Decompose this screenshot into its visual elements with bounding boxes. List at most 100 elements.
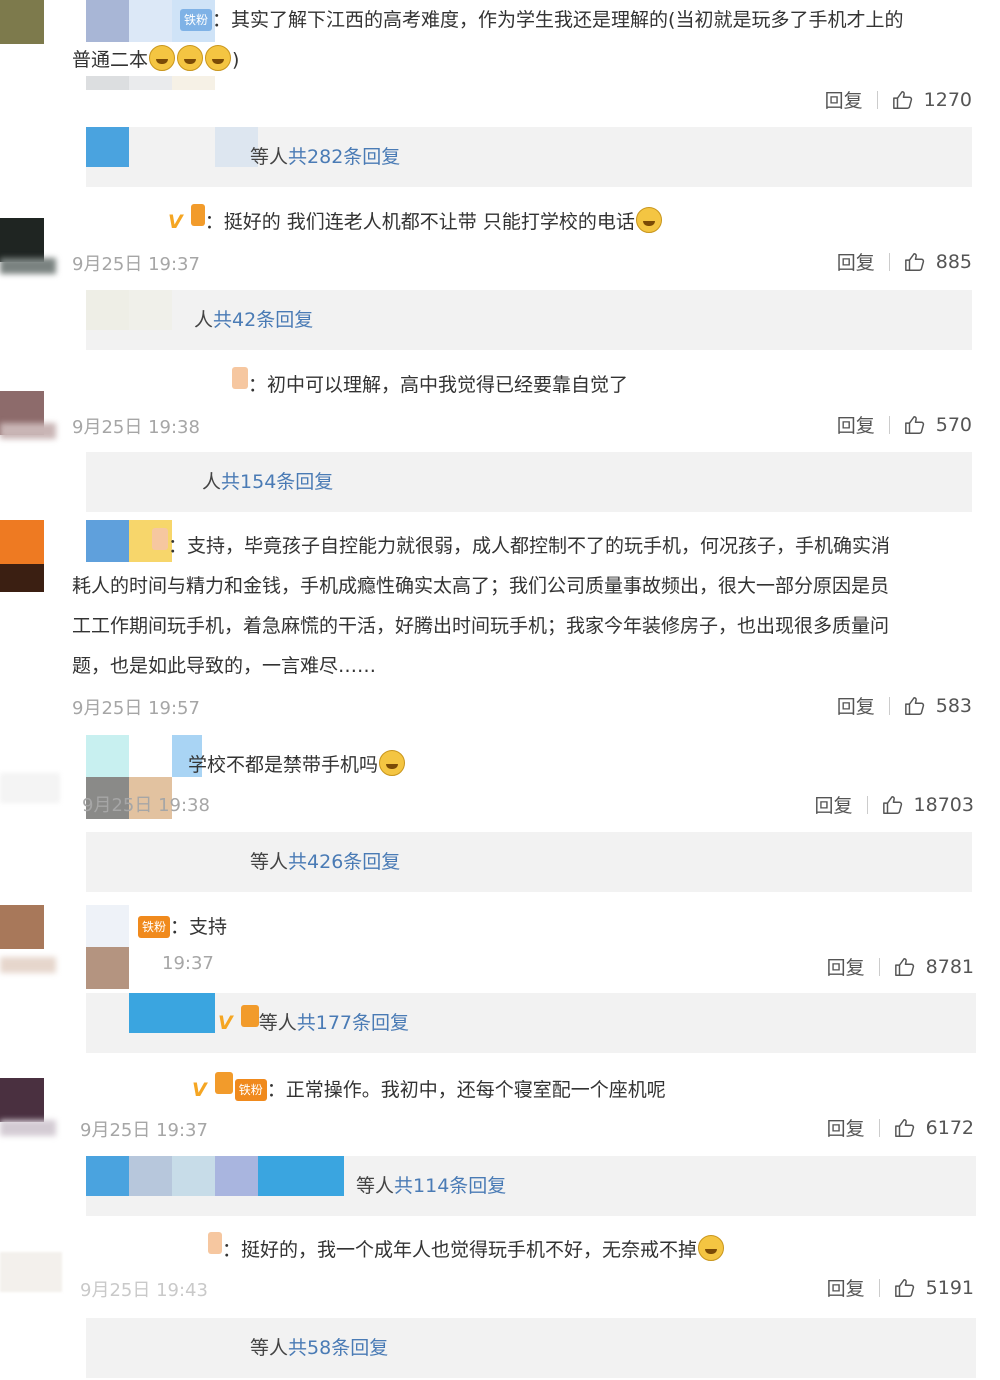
emoji-face-icon bbox=[379, 750, 406, 776]
divider bbox=[878, 1118, 880, 1137]
timestamp: 9月25日 19:37 bbox=[80, 1120, 208, 1141]
comment-actions: 回复 5191 bbox=[827, 1274, 974, 1301]
thumbs-up-icon bbox=[894, 1278, 914, 1297]
like-count: 8781 bbox=[925, 955, 974, 978]
more-replies-bar[interactable]: 等人共426条回复 bbox=[86, 832, 972, 892]
more-replies-link[interactable]: 共58条回复 bbox=[288, 1337, 388, 1359]
thumbs-up-icon bbox=[904, 415, 924, 434]
more-replies-link[interactable]: 共282条回复 bbox=[288, 146, 400, 168]
reply-button[interactable]: 回复 bbox=[837, 411, 875, 438]
comment-text: V 铁粉 ：正常操作。我初中，还每个寝室配一个座机呢 bbox=[192, 1070, 666, 1110]
comment-actions: 回复 8781 bbox=[827, 953, 974, 980]
like-button[interactable]: 583 bbox=[904, 695, 972, 717]
avatar[interactable] bbox=[0, 1252, 62, 1292]
divider bbox=[878, 957, 880, 976]
comment-actions: 回复 18703 bbox=[815, 791, 974, 818]
timestamp: 19:37 bbox=[162, 953, 214, 974]
like-button[interactable]: 1270 bbox=[892, 89, 972, 111]
comment-text-line2: 普通二本) bbox=[72, 40, 239, 80]
more-replies-bar[interactable]: 等人共114条回复 bbox=[86, 1156, 976, 1216]
comment-actions: 回复 6172 bbox=[827, 1114, 974, 1141]
thumbs-up-icon bbox=[904, 696, 924, 715]
verified-icon: V bbox=[218, 1012, 233, 1034]
timestamp-mosaic bbox=[86, 76, 215, 90]
divider bbox=[866, 795, 868, 814]
thumbs-up-icon bbox=[894, 957, 914, 976]
like-button[interactable]: 570 bbox=[904, 414, 972, 436]
fan-badge bbox=[240, 1005, 259, 1027]
divider bbox=[888, 415, 890, 434]
emoji-face-icon bbox=[698, 1235, 725, 1261]
comment-actions: 回复 583 bbox=[837, 692, 972, 719]
comment-text: 学校不都是禁带手机吗 bbox=[188, 745, 406, 785]
comment-text-line3: 工工作期间玩手机，着急麻慌的干活，好腾出时间玩手机；我家今年装修房子，也出现很多… bbox=[72, 615, 890, 637]
comment-actions: 回复 1270 bbox=[825, 86, 972, 113]
emoji-face-icon bbox=[635, 207, 662, 233]
more-replies-bar[interactable]: V 等人共177条回复 bbox=[86, 993, 976, 1053]
reply-button[interactable]: 回复 bbox=[815, 791, 853, 818]
more-replies-bar[interactable]: 等人共58条回复 bbox=[86, 1318, 976, 1378]
reply-button[interactable]: 回复 bbox=[827, 953, 865, 980]
fan-badge: 铁粉 bbox=[234, 1079, 267, 1101]
divider bbox=[888, 252, 890, 271]
divider bbox=[878, 1278, 880, 1297]
comment-text: 铁粉 ：支持 bbox=[136, 907, 227, 947]
like-count: 18703 bbox=[913, 793, 974, 816]
more-replies-link[interactable]: 共42条回复 bbox=[213, 309, 313, 331]
verified-icon: V bbox=[168, 211, 183, 233]
more-replies-link[interactable]: 共426条回复 bbox=[288, 851, 400, 873]
emoji-face-icon bbox=[149, 45, 176, 71]
more-replies-link[interactable]: 共177条回复 bbox=[297, 1012, 409, 1034]
reply-button[interactable]: 回复 bbox=[827, 1114, 865, 1141]
like-button[interactable]: 18703 bbox=[882, 794, 974, 816]
timestamp: 9月25日 19:38 bbox=[82, 795, 210, 816]
reply-button[interactable]: 回复 bbox=[825, 86, 863, 113]
like-button[interactable]: 5191 bbox=[894, 1277, 974, 1299]
timestamp: 9月25日 19:37 bbox=[72, 254, 200, 275]
reply-button[interactable]: 回复 bbox=[837, 692, 875, 719]
like-count: 5191 bbox=[925, 1276, 974, 1299]
avatar[interactable] bbox=[0, 520, 44, 564]
comment-text: V ：挺好的 我们连老人机都不让带 只能打学校的电话 bbox=[168, 202, 663, 242]
like-button[interactable]: 8781 bbox=[894, 956, 974, 978]
fan-badge bbox=[152, 528, 168, 550]
like-button[interactable]: 885 bbox=[904, 251, 972, 273]
reply-button[interactable]: 回复 bbox=[827, 1274, 865, 1301]
comment-text: ：挺好的，我一个成年人也觉得玩手机不好，无奈戒不掉 bbox=[206, 1230, 725, 1270]
like-count: 1270 bbox=[923, 88, 972, 111]
comment-text-line4: 题，也是如此导致的，一言难尽…… bbox=[72, 655, 377, 677]
fan-badge: 铁粉 bbox=[138, 916, 171, 938]
emoji-face-icon bbox=[177, 45, 204, 71]
thumbs-up-icon bbox=[892, 90, 912, 109]
divider bbox=[888, 696, 890, 715]
fan-badge bbox=[232, 367, 248, 389]
comment-text: ：初中可以理解，高中我觉得已经要靠自觉了 bbox=[230, 365, 628, 405]
comment-actions: 回复 570 bbox=[837, 411, 972, 438]
more-replies-bar[interactable]: 等人共282条回复 bbox=[86, 127, 972, 187]
more-replies-link[interactable]: 共114条回复 bbox=[394, 1175, 506, 1197]
avatar[interactable] bbox=[0, 905, 44, 949]
like-count: 6172 bbox=[925, 1116, 974, 1139]
more-replies-bar[interactable]: 人共42条回复 bbox=[86, 290, 972, 350]
like-count: 583 bbox=[935, 694, 972, 717]
reply-button[interactable]: 回复 bbox=[837, 248, 875, 275]
like-button[interactable]: 6172 bbox=[894, 1117, 974, 1139]
fan-badge: 铁粉 bbox=[180, 9, 213, 31]
like-count: 570 bbox=[935, 413, 972, 436]
comment-text: 铁粉 ：其实了解下江西的高考难度，作为学生我还是理解的(当初就是玩多了手机才上的 bbox=[178, 0, 903, 40]
more-replies-link[interactable]: 共154条回复 bbox=[221, 471, 333, 493]
like-count: 885 bbox=[935, 250, 972, 273]
emoji-face-icon bbox=[205, 45, 232, 71]
comment-actions: 回复 885 bbox=[837, 248, 972, 275]
comment-text: ：支持，毕竟孩子自控能力就很弱，成人都控制不了的玩手机，何况孩子，手机确实消 bbox=[150, 526, 890, 566]
avatar[interactable] bbox=[0, 218, 44, 262]
avatar[interactable] bbox=[0, 0, 44, 44]
thumbs-up-icon bbox=[882, 795, 902, 814]
avatar[interactable] bbox=[0, 1078, 44, 1122]
more-replies-bar[interactable]: 人共154条回复 bbox=[86, 452, 972, 512]
timestamp: 9月25日 19:43 bbox=[80, 1280, 208, 1301]
comment-text-line2: 耗人的时间与精力和金钱，手机成瘾性确实太高了；我们公司质量事故频出，很大一部分原… bbox=[72, 575, 890, 597]
fan-badge bbox=[214, 1072, 233, 1094]
username-mosaic[interactable] bbox=[86, 905, 129, 947]
username-mosaic[interactable] bbox=[86, 735, 202, 777]
